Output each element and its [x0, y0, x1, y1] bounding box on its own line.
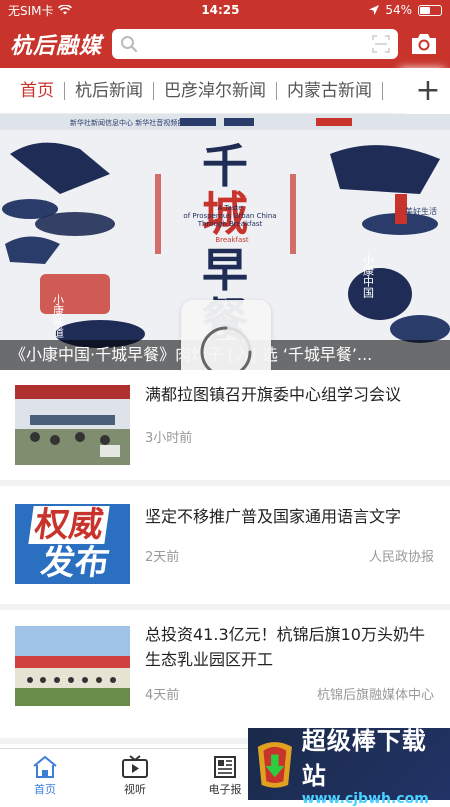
news-thumbnail: 权威 发布: [15, 504, 130, 584]
camera-button[interactable]: [408, 28, 440, 60]
news-thumbnail: [15, 385, 130, 465]
home-icon: [33, 755, 57, 778]
wifi-icon: [57, 5, 72, 15]
poster-en-3: Through Breakfast: [197, 220, 263, 228]
tab-home[interactable]: 首页: [10, 80, 64, 102]
news-title[interactable]: 总投资41.3亿元！杭锦后旗10万头奶牛生态乳业园区开工: [145, 622, 436, 672]
bottom-tab-label: 电子报: [208, 783, 242, 796]
bottom-tab-video[interactable]: 视听: [90, 749, 180, 800]
tv-icon: [122, 755, 148, 778]
poster-side-left: 小康味道: [52, 294, 65, 338]
download-logo-icon: [257, 742, 292, 788]
category-tabs: 首页 杭后新闻 巴彦淖尔新闻 内蒙古新闻 +: [0, 67, 450, 114]
poster-en-2: of Prosperous Urban China: [183, 212, 276, 220]
camera-icon: [412, 34, 436, 54]
thumbnail-text-2: 发布: [38, 543, 112, 583]
tab-bayannur-news[interactable]: 巴彦淖尔新闻: [154, 80, 276, 102]
search-bar[interactable]: [112, 29, 398, 59]
poster-header-text: 新华社新闻信息中心 新华社音视频部: [70, 118, 184, 127]
tab-hanghou-news[interactable]: 杭后新闻: [65, 80, 153, 102]
poster-breakfast: Breakfast: [215, 236, 249, 244]
scan-icon[interactable]: [372, 35, 390, 53]
tab-inner-mongolia-news[interactable]: 内蒙古新闻: [277, 80, 382, 102]
news-time: 2天前: [145, 550, 180, 565]
bottom-tab-home[interactable]: 首页: [0, 749, 90, 800]
app-header: 杭后融媒: [0, 20, 450, 68]
watermark-overlay: 超级棒下载站 www.cjbwh.com: [248, 727, 450, 807]
search-icon: [121, 36, 138, 53]
clock: 14:25: [201, 3, 240, 17]
news-title[interactable]: 满都拉图镇召开旗委中心组学习会议: [145, 382, 436, 407]
thumbnail-text-1: 权威: [28, 505, 110, 545]
tab-divider: [382, 81, 383, 100]
news-item[interactable]: 满都拉图镇召开旗委中心组学习会议 3小时前: [0, 370, 450, 486]
poster-en-1: A Taste: [217, 204, 242, 212]
watermark-title: 超级棒下载站: [301, 727, 427, 790]
location-icon: [369, 5, 380, 15]
poster-enjoy-right: 美好生活: [405, 206, 437, 216]
bottom-tab-label: 视听: [124, 783, 146, 796]
watermark-url: www.cjbwh.com: [301, 791, 429, 807]
poster-char-3: 早: [202, 243, 248, 297]
newspaper-icon: [214, 756, 236, 778]
poster-enjoy-left: 美好生活: [12, 248, 44, 258]
bottom-tab-label: 首页: [34, 783, 56, 796]
poster-side-right: 小康中国: [362, 254, 375, 299]
battery-icon: [417, 4, 442, 16]
add-tab-button[interactable]: +: [406, 67, 450, 114]
carrier-label: 无SIM卡: [8, 3, 54, 18]
news-item[interactable]: 权威 发布 坚定不移推广普及国家通用语言文字 2天前 人民政协报: [0, 486, 450, 610]
news-title[interactable]: 坚定不移推广普及国家通用语言文字: [145, 504, 436, 529]
news-source: 人民政协报: [368, 550, 434, 565]
news-source: 杭锦后旗融媒体中心: [316, 688, 434, 703]
poster-char-1: 千: [202, 139, 248, 193]
battery-percent: 54%: [385, 3, 412, 17]
app-logo: 杭后融媒: [10, 33, 103, 59]
news-time: 4天前: [145, 688, 180, 703]
news-thumbnail: [15, 626, 130, 706]
news-time: 3小时前: [145, 431, 193, 446]
status-bar: 无SIM卡 14:25 54%: [0, 0, 450, 20]
